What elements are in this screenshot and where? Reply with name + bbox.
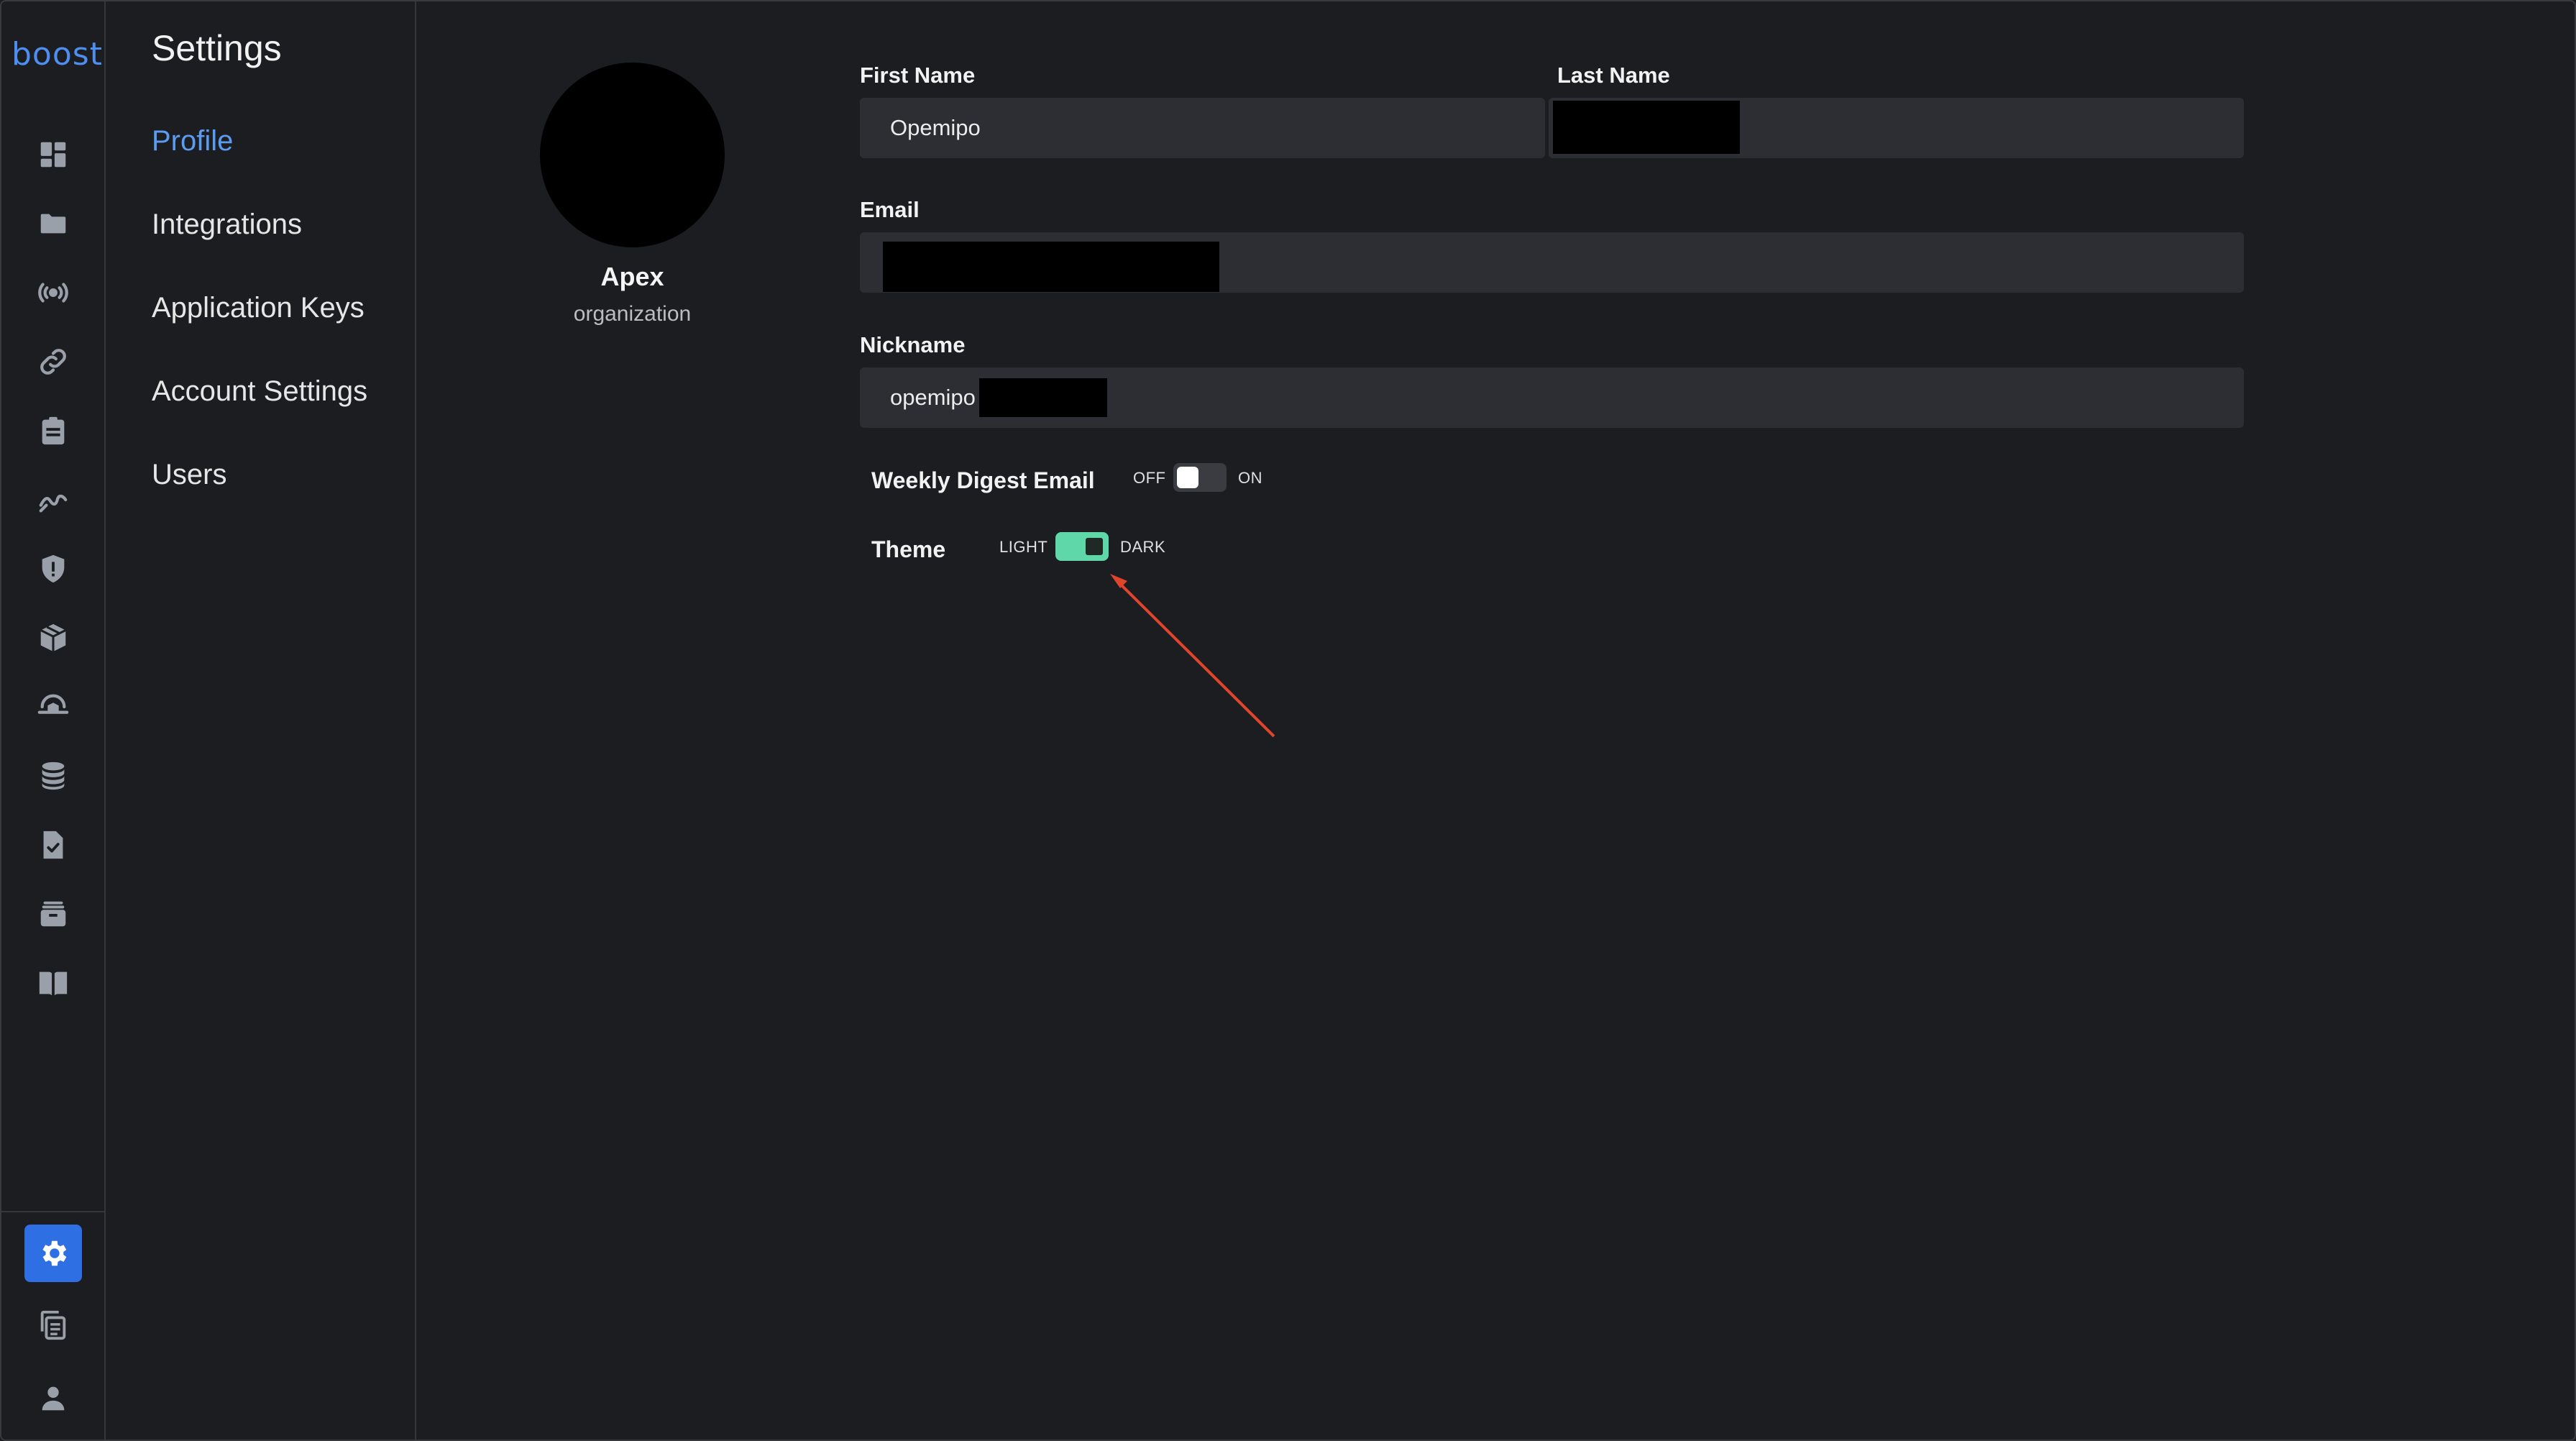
- folder-icon[interactable]: [30, 201, 76, 247]
- dashboard-icon[interactable]: [30, 132, 76, 178]
- redaction-block: [883, 242, 1219, 292]
- document-check-icon[interactable]: [30, 822, 76, 868]
- trend-icon[interactable]: [30, 477, 76, 523]
- broadcast-icon[interactable]: [30, 270, 76, 316]
- copy-list-icon[interactable]: [30, 1302, 76, 1348]
- boost-logo[interactable]: boost: [12, 36, 102, 73]
- nav-item-integrations[interactable]: Integrations: [152, 209, 302, 241]
- nav-item-profile[interactable]: Profile: [152, 125, 233, 157]
- nickname-value: opemipo: [890, 385, 976, 410]
- weekly-digest-off-label: OFF: [1133, 469, 1166, 487]
- link-icon[interactable]: [30, 339, 76, 385]
- book-icon[interactable]: [30, 960, 76, 1006]
- org-name: Apex: [600, 262, 664, 291]
- redaction-block: [1553, 101, 1740, 154]
- email-label: Email: [860, 197, 920, 222]
- toggle-knob: [1177, 467, 1198, 488]
- theme-dark-label: DARK: [1120, 538, 1166, 556]
- archive-icon[interactable]: [30, 891, 76, 937]
- settings-icon[interactable]: [24, 1225, 82, 1282]
- nav-item-users[interactable]: Users: [152, 459, 226, 491]
- rail-divider: [1, 1211, 106, 1212]
- weekly-digest-label: Weekly Digest Email: [871, 467, 1095, 493]
- weekly-digest-toggle[interactable]: [1173, 463, 1227, 492]
- first-name-label: First Name: [860, 63, 976, 88]
- last-name-label: Last Name: [1557, 63, 1670, 88]
- theme-toggle[interactable]: [1055, 532, 1109, 561]
- weekly-digest-on-label: ON: [1238, 469, 1262, 487]
- database-icon[interactable]: [30, 753, 76, 799]
- user-icon[interactable]: [30, 1375, 76, 1421]
- first-name-field[interactable]: Opemipo: [860, 98, 1545, 158]
- toggle-knob: [1083, 536, 1105, 557]
- org-subtitle: organization: [573, 302, 692, 326]
- theme-light-label: LIGHT: [999, 538, 1048, 556]
- nickname-label: Nickname: [860, 332, 966, 357]
- shield-icon[interactable]: [30, 546, 76, 592]
- page-title: Settings: [152, 28, 282, 68]
- clipboard-icon[interactable]: [30, 408, 76, 454]
- box-icon[interactable]: [30, 615, 76, 661]
- nav-item-account-settings[interactable]: Account Settings: [152, 375, 367, 408]
- nav-item-application-keys[interactable]: Application Keys: [152, 292, 365, 324]
- app-window: boost Settings Profile Integrations Appl…: [0, 0, 2576, 1441]
- icon-rail: boost: [1, 1, 106, 1440]
- avatar[interactable]: [540, 63, 725, 247]
- scanner-icon[interactable]: [30, 684, 76, 730]
- first-name-value: Opemipo: [890, 115, 981, 140]
- settings-nav: Settings Profile Integrations Applicatio…: [107, 1, 416, 1440]
- redaction-block: [979, 378, 1107, 417]
- theme-label: Theme: [871, 536, 946, 562]
